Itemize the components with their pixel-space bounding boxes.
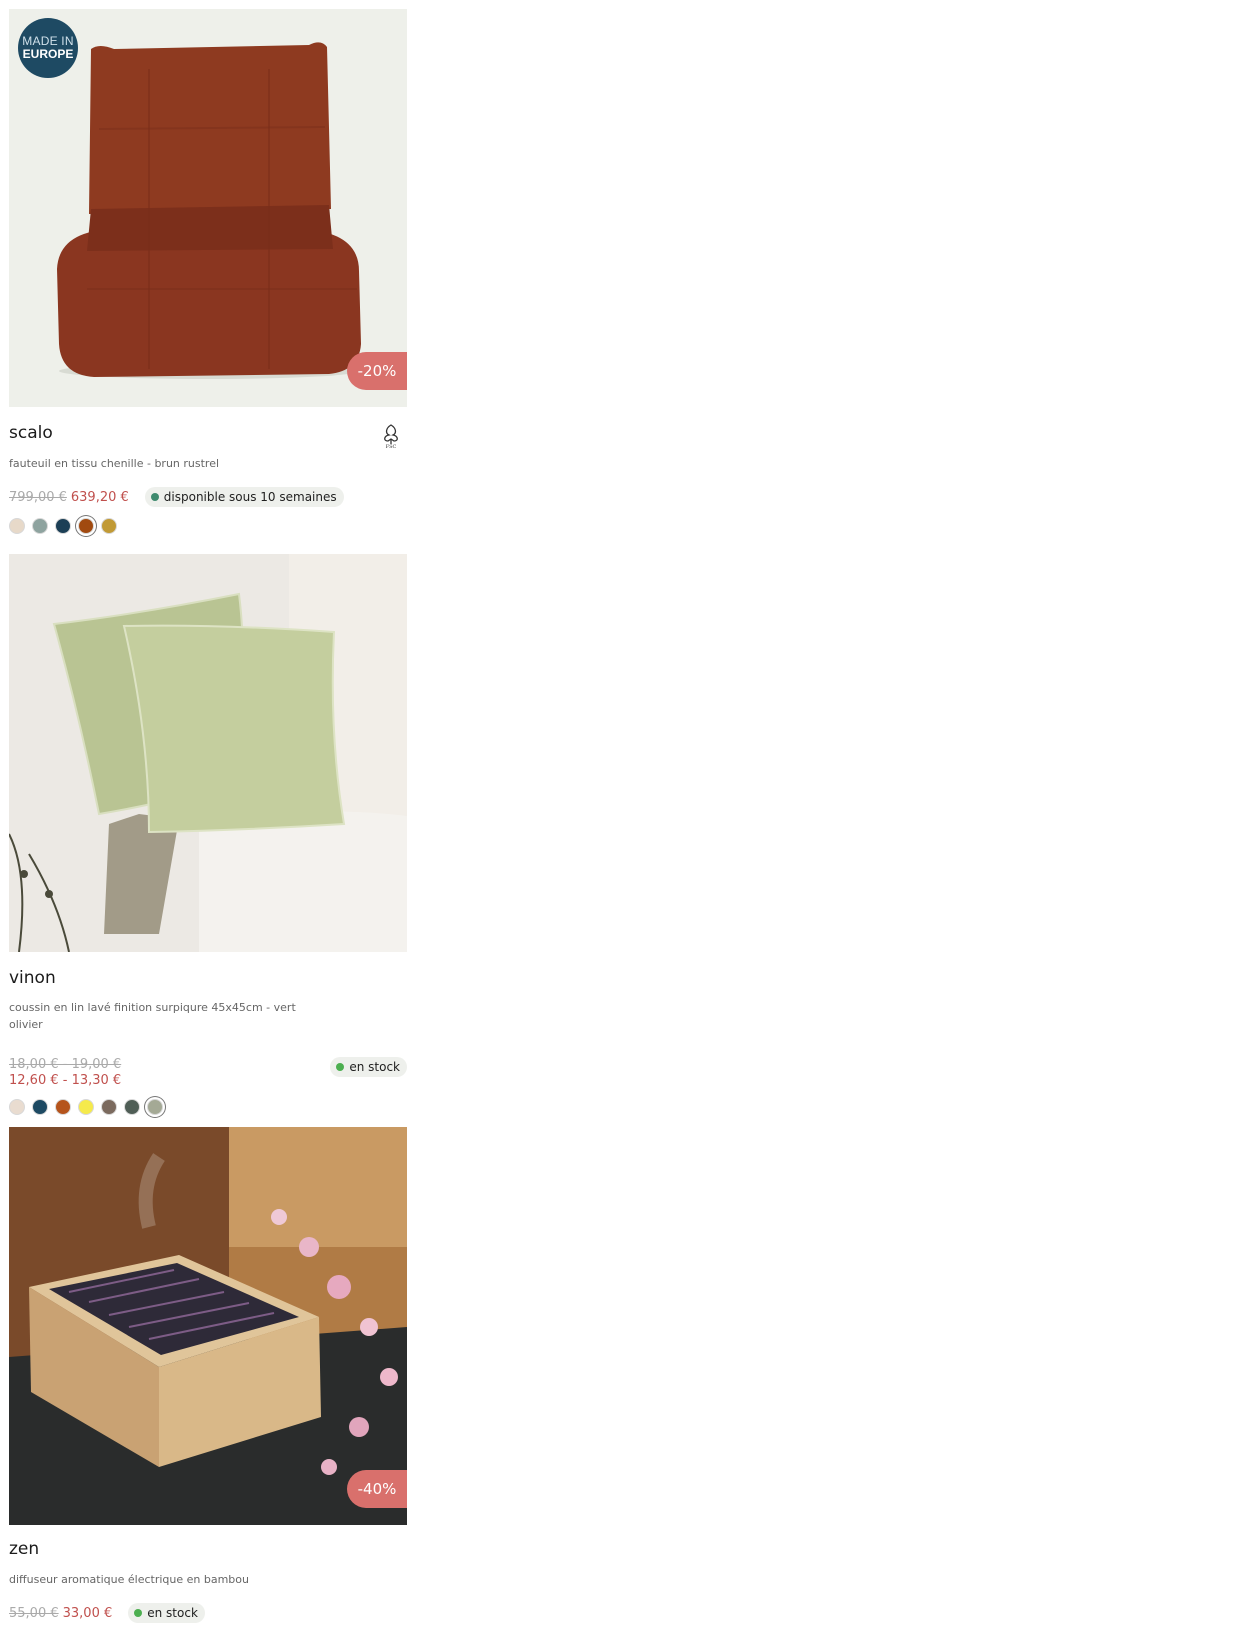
fsc-tree-icon: FSC	[380, 423, 402, 450]
availability-wrapper: en stock	[330, 1056, 407, 1077]
availability-text: disponible sous 10 semaines	[163, 490, 337, 504]
old-price: 799,00 €	[9, 489, 67, 505]
color-swatch[interactable]	[32, 518, 48, 534]
badge-text-line2: EUROPE	[22, 47, 74, 61]
availability-badge: en stock	[330, 1057, 407, 1077]
color-swatch[interactable]	[32, 1099, 48, 1115]
sale-price: 639,20 €	[70, 489, 129, 505]
availability-text: en stock	[147, 1606, 198, 1620]
color-swatches	[9, 1099, 170, 1115]
product-title[interactable]: scalo	[9, 423, 53, 443]
svg-text:FSC: FSC	[386, 444, 397, 449]
color-swatch[interactable]	[101, 1099, 117, 1115]
sale-price: 12,60 € - 13,30 €	[9, 1073, 122, 1088]
availability-dot	[150, 493, 159, 501]
product-image-diffuser[interactable]: -40%	[9, 1127, 407, 1525]
price-block: 18,00 € - 19,00 € 12,60 € - 13,30 €	[9, 1057, 125, 1089]
color-swatch[interactable]	[55, 1099, 71, 1115]
availability-text: en stock	[349, 1060, 400, 1074]
product-image-armchair[interactable]: MADE IN EUROPE -20%	[9, 9, 407, 407]
availability-dot	[134, 1609, 143, 1617]
discount-badge: -20%	[347, 352, 407, 390]
price-row: 55,00 € 33,00 € en stock	[9, 1603, 205, 1623]
made-in-europe-badge: MADE IN EUROPE	[18, 18, 78, 78]
old-price: 18,00 € - 19,00 €	[9, 1057, 122, 1072]
price-row: 799,00 € 639,20 € disponible sous 10 sem…	[9, 487, 344, 507]
product-description: coussin en lin lavé finition surpiqure 4…	[9, 1001, 296, 1031]
product-image-cushions[interactable]	[9, 554, 407, 952]
product-title[interactable]: vinon	[9, 968, 56, 988]
old-price: 55,00 €	[9, 1605, 59, 1621]
product-description: diffuseur aromatique électrique en bambo…	[9, 1573, 249, 1586]
availability-badge: en stock	[128, 1603, 205, 1623]
color-swatch[interactable]	[9, 518, 25, 534]
color-swatch[interactable]	[78, 1099, 94, 1115]
color-swatch-selected[interactable]	[147, 1099, 163, 1115]
availability-dot	[336, 1063, 345, 1071]
availability-badge: disponible sous 10 semaines	[144, 487, 344, 507]
product-title[interactable]: zen	[9, 1539, 39, 1559]
discount-badge: -40%	[347, 1470, 407, 1508]
color-swatch[interactable]	[101, 518, 117, 534]
color-swatch[interactable]	[9, 1099, 25, 1115]
sale-price: 33,00 €	[62, 1605, 113, 1621]
color-swatch[interactable]	[124, 1099, 140, 1115]
color-swatch[interactable]	[55, 518, 71, 534]
product-description: fauteuil en tissu chenille - brun rustre…	[9, 457, 220, 470]
color-swatch-selected[interactable]	[78, 518, 94, 534]
color-swatches	[9, 518, 124, 534]
